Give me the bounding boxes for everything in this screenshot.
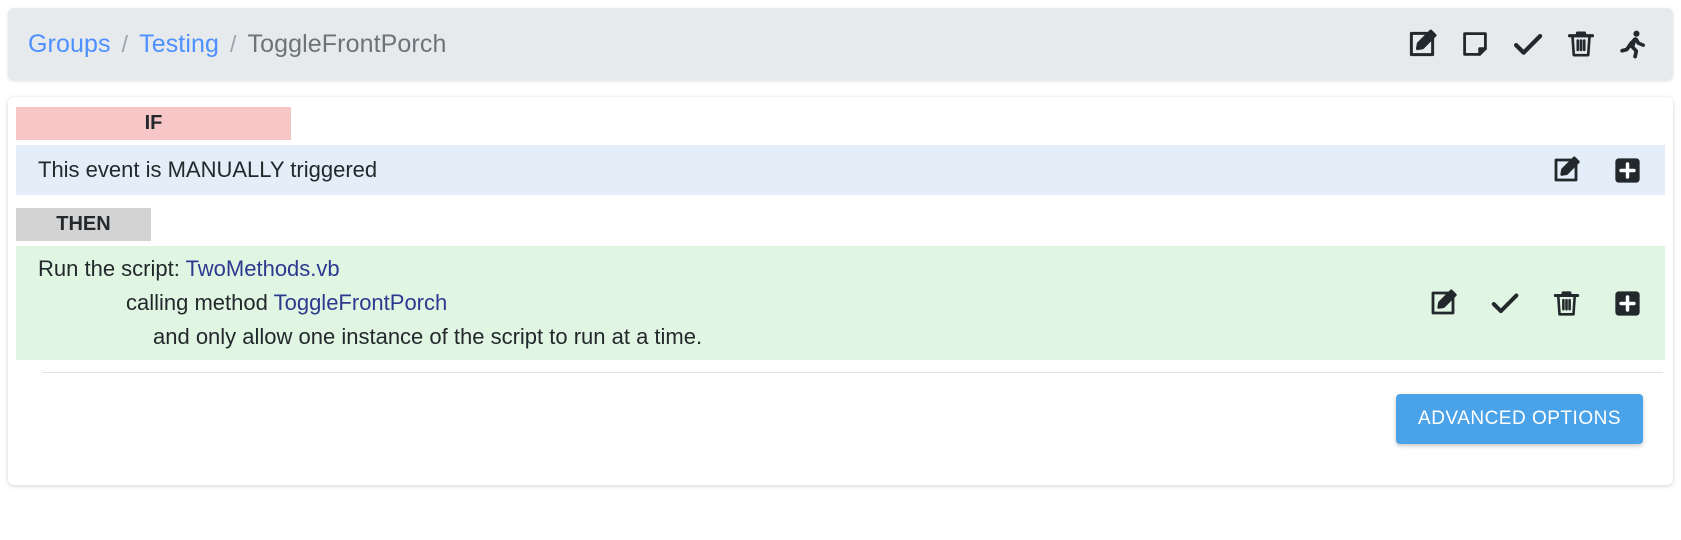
breadcrumb-current-page: ToggleFrontPorch: [247, 29, 447, 58]
note-icon[interactable]: [1459, 28, 1491, 60]
action-row: Run the script: TwoMethods.vb calling me…: [16, 246, 1665, 360]
trash-icon[interactable]: [1551, 288, 1582, 319]
header-toolbar: [1405, 27, 1657, 61]
header-card: Groups / Testing / ToggleFrontPorch: [8, 8, 1673, 80]
if-section-label: IF: [16, 107, 291, 140]
breadcrumb: Groups / Testing / ToggleFrontPorch: [28, 30, 446, 59]
breadcrumb-link-groups[interactable]: Groups: [28, 30, 111, 59]
breadcrumb-separator-2: /: [230, 30, 237, 57]
edit-icon[interactable]: [1550, 154, 1582, 186]
action-line-3: and only allow one instance of the scrip…: [153, 324, 703, 349]
script-file-link[interactable]: TwoMethods.vb: [186, 256, 340, 281]
breadcrumb-separator-1: /: [121, 30, 129, 57]
add-icon[interactable]: [1612, 288, 1643, 319]
rule-card: IF This event is MANUALLY triggered THEN…: [8, 97, 1673, 485]
condition-row: This event is MANUALLY triggered: [16, 145, 1665, 195]
add-icon[interactable]: [1612, 155, 1643, 186]
action-row-actions: [1427, 287, 1643, 319]
page-root: Groups / Testing / ToggleFrontPorch IF T…: [0, 0, 1681, 540]
action-line-2: calling method ToggleFrontPorch: [38, 286, 702, 320]
action-line-1-prefix: Run the script:: [38, 256, 180, 281]
script-method-link[interactable]: ToggleFrontPorch: [274, 290, 448, 315]
edit-icon[interactable]: [1405, 27, 1439, 61]
action-description: Run the script: TwoMethods.vb calling me…: [38, 246, 702, 360]
edit-icon[interactable]: [1427, 287, 1459, 319]
rule-footer: ADVANCED OPTIONS: [8, 373, 1673, 444]
check-icon[interactable]: [1489, 287, 1521, 319]
then-section-label: THEN: [16, 208, 151, 241]
action-line-1: Run the script: TwoMethods.vb: [38, 252, 702, 286]
check-icon[interactable]: [1511, 27, 1545, 61]
run-icon[interactable]: [1617, 28, 1649, 60]
breadcrumb-link-testing[interactable]: Testing: [139, 30, 219, 59]
action-line-2-prefix: calling method: [126, 290, 268, 315]
condition-text: This event is MANUALLY triggered: [38, 157, 378, 182]
condition-actions: [1550, 154, 1643, 186]
advanced-options-button[interactable]: ADVANCED OPTIONS: [1396, 394, 1643, 444]
trash-icon[interactable]: [1565, 28, 1597, 60]
